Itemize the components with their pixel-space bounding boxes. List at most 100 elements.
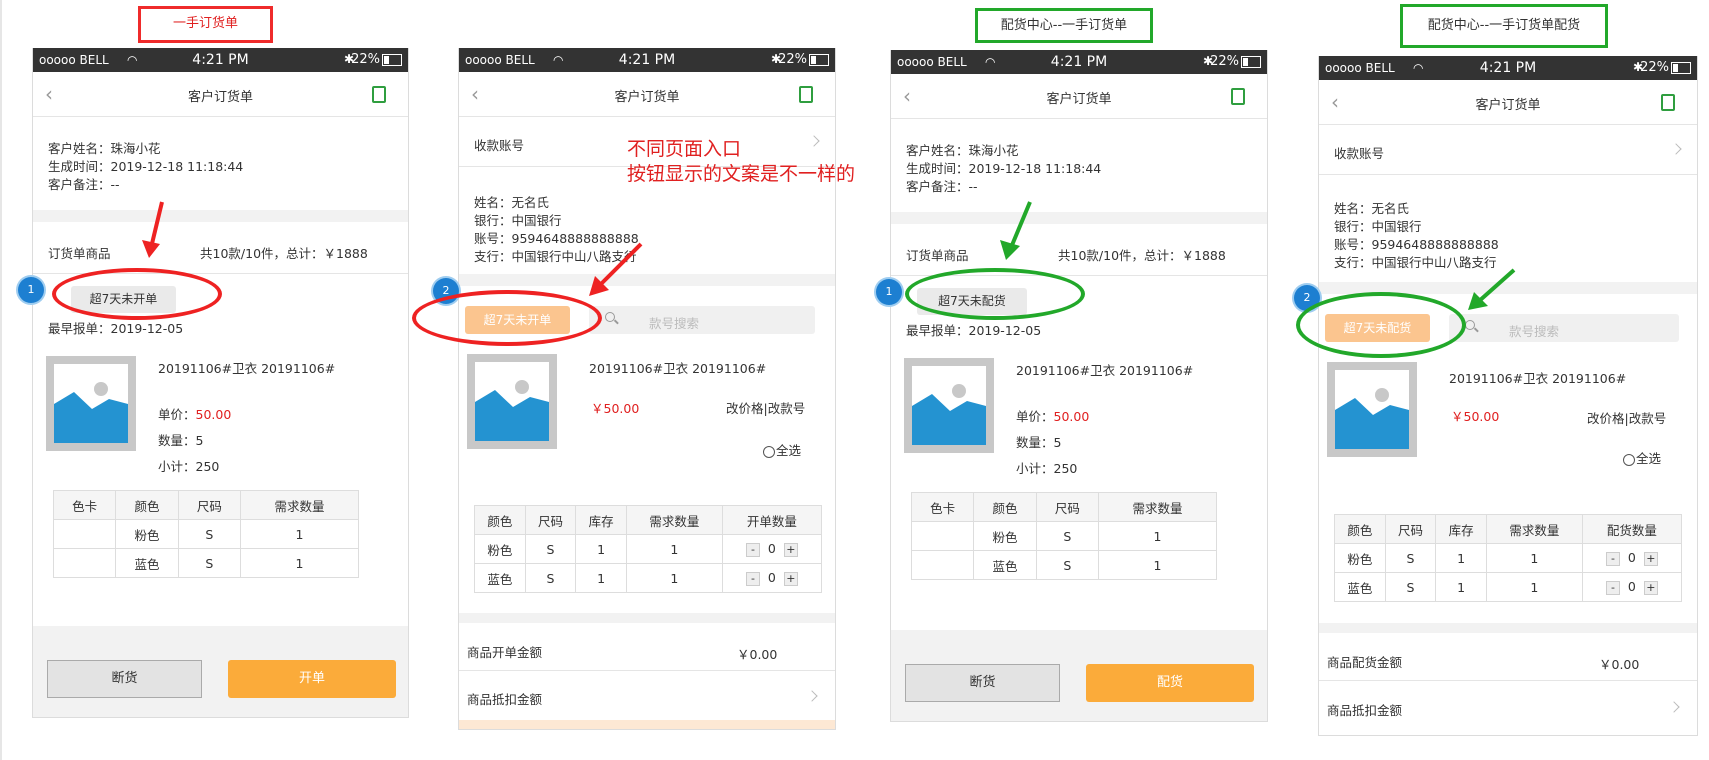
label-dist-order: 配货中心--一手订货单 [975,8,1153,43]
step-badge-1: 1 [876,279,902,305]
radio-icon [763,445,775,458]
divider [1319,174,1697,175]
label-dist-order-pick: 配货中心--一手订货单配货 [1400,4,1608,48]
clipboard-icon[interactable] [1661,94,1675,111]
product-image [904,358,994,453]
arrow-annotation [1468,268,1516,310]
deduct-amount-label[interactable]: 商品抵扣金额 [467,689,542,708]
account-name: 姓名：无名氏 [474,195,550,210]
earliest-report: 最早报单：2019-12-05 [48,321,184,336]
unit-price: 单价：50.00 [158,407,232,422]
open-order-button[interactable]: 开单 [228,660,396,698]
edit-price-style[interactable]: 改价格|改款号 [726,398,805,417]
arrow-annotation [142,201,164,258]
label-order: 一手订货单 [138,6,273,43]
section-gap [33,210,408,222]
style-search[interactable]: 款号搜索 [589,306,815,334]
page-title: 客户订货单 [187,90,253,105]
goods-label: 订货单商品 [906,248,969,263]
created-time: 生成时间：2019-12-18 11:18:44 [48,159,244,174]
highlight-ellipse [905,268,1085,320]
product-name: 20191106#卫衣 20191106# [1449,371,1627,386]
highlight-ellipse [52,268,222,320]
quantity: 数量：5 [1016,435,1062,450]
product-price: ￥50.00 [591,401,640,416]
stop-supply-button[interactable]: 断货 [905,664,1060,702]
subtotal: 小计：250 [158,459,220,474]
qty-stepper[interactable]: - 0 + [1581,543,1683,573]
annotation-note: 不同页面入口 按钮显示的文案是不一样的 [627,138,856,185]
product-price: ￥50.00 [1451,409,1500,424]
search-icon [1465,320,1475,330]
section-gap [891,212,1267,224]
battery-percent: 22% [778,52,807,67]
product-name: 20191106#卫衣 20191106# [589,361,767,376]
radio-icon [1623,453,1635,466]
left-edge [0,0,2,760]
distribute-button[interactable]: 配货 [1086,664,1254,702]
status-bar: ooooo BELL ◠ 4:21 PM ✱ 22% [33,48,408,72]
battery-percent: 22% [1210,54,1239,69]
deduct-amount-label[interactable]: 商品抵扣金额 [1327,700,1402,719]
goods-summary: 共10款/10件，总计：￥1888 [200,246,368,261]
dist-amount-label: 商品配货金额 [1327,655,1403,670]
sku-table: 色卡 颜色 尺码 需求数量 粉色 S 1 蓝色 S 1 [52,490,360,578]
unit-price: 单价：50.00 [1016,409,1090,424]
arrow-annotation [1000,201,1032,260]
qty-stepper[interactable]: - 0 + [1581,572,1683,602]
clipboard-icon[interactable] [799,86,813,103]
customer-remark: 客户备注：-- [906,179,978,194]
page-title: 客户订货单 [614,90,680,105]
section-gap [459,274,835,286]
battery-icon [1241,56,1261,68]
search-icon [605,312,615,322]
qty-stepper[interactable]: - 0 + [721,563,823,593]
battery-percent: 22% [351,52,380,67]
bottom-bar [459,720,835,729]
subtotal: 小计：250 [1016,461,1078,476]
divider [459,670,835,671]
step-badge-1: 1 [18,277,44,303]
sku-table: 颜色 尺码 库存 需求数量 配货数量 粉色 S 1 1- 0 + 蓝色 S 1 1- 0 + [1334,514,1683,602]
page-title: 客户订货单 [1046,92,1112,107]
nav-bar: ‹ 客户订货单 [33,72,408,117]
nav-bar: ‹ 客户订货单 [1319,80,1697,125]
clipboard-icon[interactable] [1231,88,1245,105]
customer-remark: 客户备注：-- [48,177,120,192]
arrow-annotation [589,242,643,296]
goods-label: 订货单商品 [48,246,111,261]
account-label[interactable]: 收款账号 [1334,143,1384,162]
select-all[interactable]: 全选 [763,440,801,459]
phone-order: ooooo BELL ◠ 4:21 PM ✱ 22% ‹ 客户订货单 客户姓名：… [32,48,409,718]
customer-name: 客户姓名：珠海小花 [48,141,161,156]
status-bar: ooooo BELL ◠ 4:21 PM ✱ 22% [1319,56,1697,80]
sku-table: 色卡 颜色 尺码 需求数量 粉色 S 1 蓝色 S 1 [910,492,1218,580]
sku-table: 颜色 尺码 库存 需求数量 开单数量 粉色 S 1 1- 0 + 蓝色 S 1 1- 0 + [474,505,823,593]
qty-stepper[interactable]: - 0 + [721,534,823,564]
account-bank: 银行：中国银行 [1334,219,1422,234]
open-amount-value: ￥0.00 [737,647,778,662]
battery-icon [809,54,829,66]
account-label[interactable]: 收款账号 [474,135,524,154]
edit-price-style[interactable]: 改价格|改款号 [1587,408,1666,427]
style-search[interactable]: 款号搜索 [1449,314,1679,342]
dist-amount-value: ￥0.00 [1599,657,1640,672]
stop-supply-button[interactable]: 断货 [47,660,202,698]
earliest-report: 最早报单：2019-12-05 [906,323,1042,338]
search-placeholder: 款号搜索 [1509,324,1560,339]
battery-icon [382,54,402,66]
customer-name: 客户姓名：珠海小花 [906,143,1019,158]
section-gap [459,613,835,623]
clipboard-icon[interactable] [372,86,386,103]
chevron-right-icon[interactable] [806,690,818,702]
chevron-right-icon[interactable] [1668,701,1680,713]
select-all[interactable]: 全选 [1623,448,1661,467]
battery-percent: 22% [1640,60,1669,75]
open-amount-label: 商品开单金额 [467,645,543,660]
section-gap [1319,623,1697,633]
highlight-ellipse [412,290,602,346]
product-image [467,354,557,449]
page-title: 客户订货单 [1475,98,1541,113]
chevron-right-icon[interactable] [1670,143,1682,155]
status-bar: ooooo BELL ◠ 4:21 PM ✱ 22% [891,50,1267,74]
